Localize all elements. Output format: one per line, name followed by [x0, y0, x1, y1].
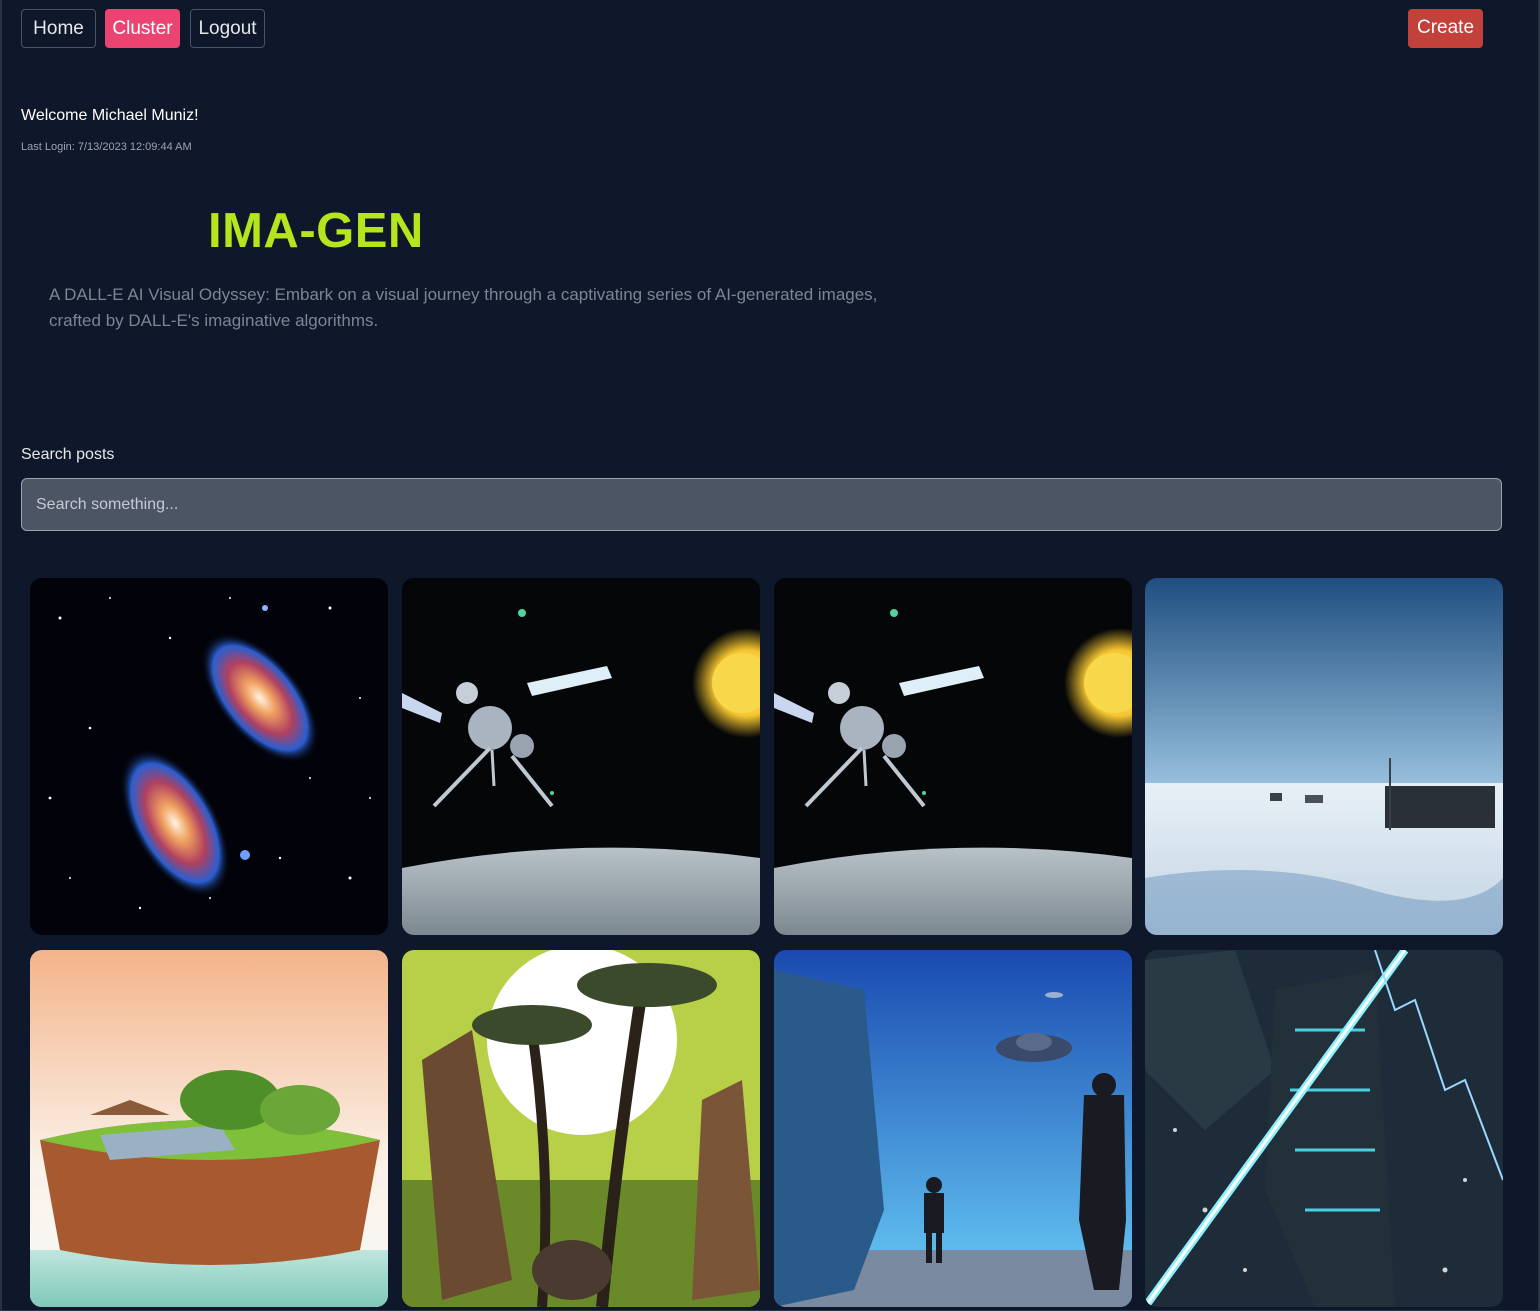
gallery-image-satellite-2[interactable] — [774, 578, 1132, 935]
gallery-image-island[interactable] — [30, 950, 388, 1307]
satellite-image — [774, 578, 1132, 935]
crystal-tower-image — [1145, 950, 1503, 1307]
alien-ruins-image — [774, 950, 1132, 1307]
search-label: Search posts — [21, 446, 115, 463]
cluster-button[interactable]: Cluster — [105, 9, 180, 48]
arctic-image — [1145, 578, 1503, 935]
gallery-image-arctic[interactable] — [1145, 578, 1503, 935]
logout-button[interactable]: Logout — [190, 9, 265, 48]
galaxies-image — [30, 578, 388, 935]
gallery-image-jungle[interactable] — [402, 950, 760, 1307]
welcome-message: Welcome Michael Muniz! — [21, 107, 199, 124]
create-button[interactable]: Create — [1408, 9, 1483, 48]
gallery-image-satellite-1[interactable] — [402, 578, 760, 935]
satellite-image — [402, 578, 760, 935]
search-input[interactable] — [21, 478, 1502, 531]
app-frame: Home Cluster Logout Create Welcome Micha… — [0, 0, 1540, 1311]
gallery-image-galaxies[interactable] — [30, 578, 388, 935]
gallery-image-crystal-tower[interactable] — [1145, 950, 1503, 1307]
home-button[interactable]: Home — [21, 9, 96, 48]
floating-island-image — [30, 950, 388, 1307]
gallery-image-alien-ruins[interactable] — [774, 950, 1132, 1307]
brand-title: IMA-GEN — [208, 204, 424, 258]
tagline-text: A DALL-E AI Visual Odyssey: Embark on a … — [49, 285, 878, 330]
jungle-image — [402, 950, 760, 1307]
last-login-text: Last Login: 7/13/2023 12:09:44 AM — [21, 141, 192, 153]
